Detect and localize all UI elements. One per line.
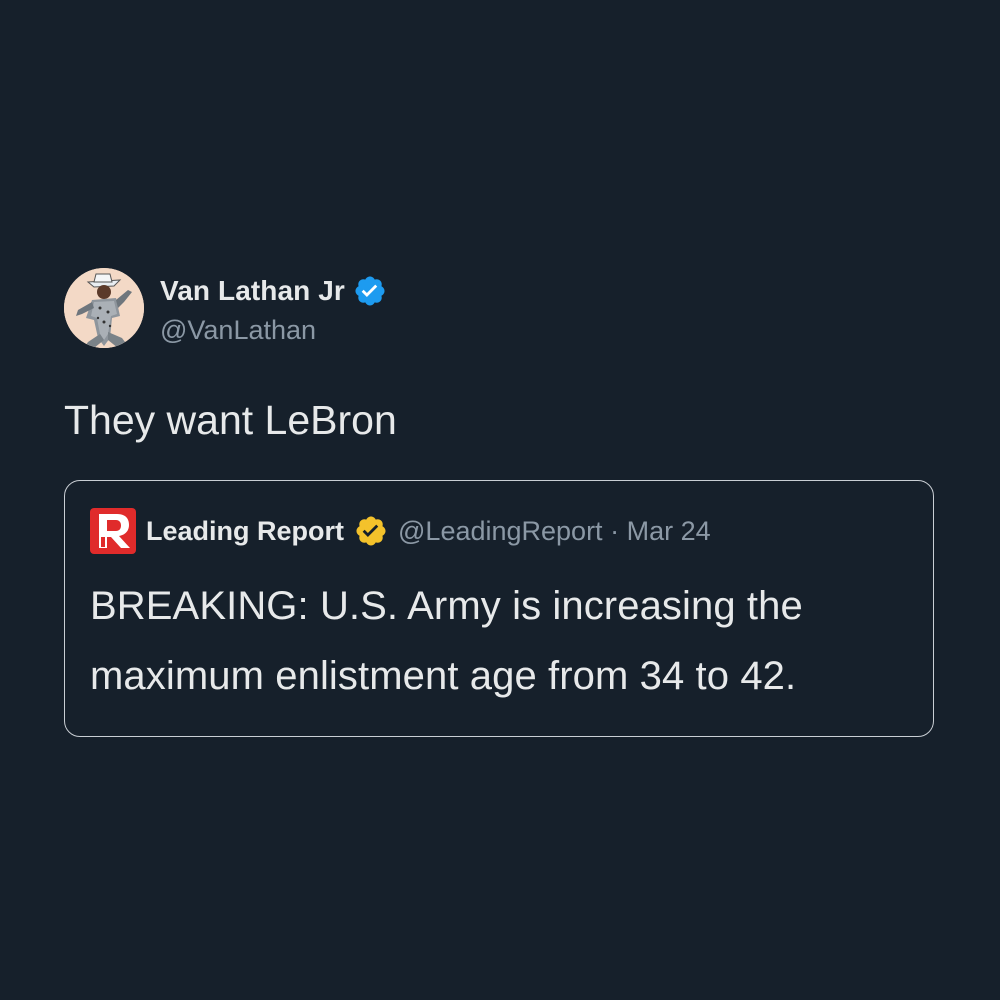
author-handle[interactable]: @VanLathan xyxy=(160,315,387,346)
verified-badge-icon xyxy=(353,274,387,308)
avatar-image xyxy=(64,268,144,348)
tweet-card: Van Lathan Jr @VanLathan They want LeBro… xyxy=(64,266,936,737)
quoted-tweet-text: BREAKING: U.S. Army is increasing the ma… xyxy=(90,584,803,698)
quoted-handle[interactable]: @LeadingReport xyxy=(398,516,603,546)
avatar[interactable] xyxy=(64,268,144,348)
author-info: Van Lathan Jr @VanLathan xyxy=(160,271,387,346)
author-name-row: Van Lathan Jr xyxy=(160,271,387,311)
quoted-date[interactable]: Mar 24 xyxy=(627,516,711,546)
quoted-tweet-header: Leading Report @LeadingReport · Mar 24 xyxy=(90,508,909,554)
quoted-tweet-card[interactable]: Leading Report @LeadingReport · Mar 24 B… xyxy=(64,480,934,737)
verified-organization-badge-icon xyxy=(354,514,388,548)
quoted-meta: @LeadingReport · Mar 24 xyxy=(398,516,711,547)
tweet-text: They want LeBron xyxy=(64,397,397,443)
tweet-author: Van Lathan Jr @VanLathan xyxy=(64,266,936,350)
meta-separator: · xyxy=(610,515,620,546)
quoted-display-name[interactable]: Leading Report xyxy=(146,516,344,547)
leading-report-logo-icon[interactable] xyxy=(90,508,136,554)
author-display-name[interactable]: Van Lathan Jr xyxy=(160,275,345,307)
